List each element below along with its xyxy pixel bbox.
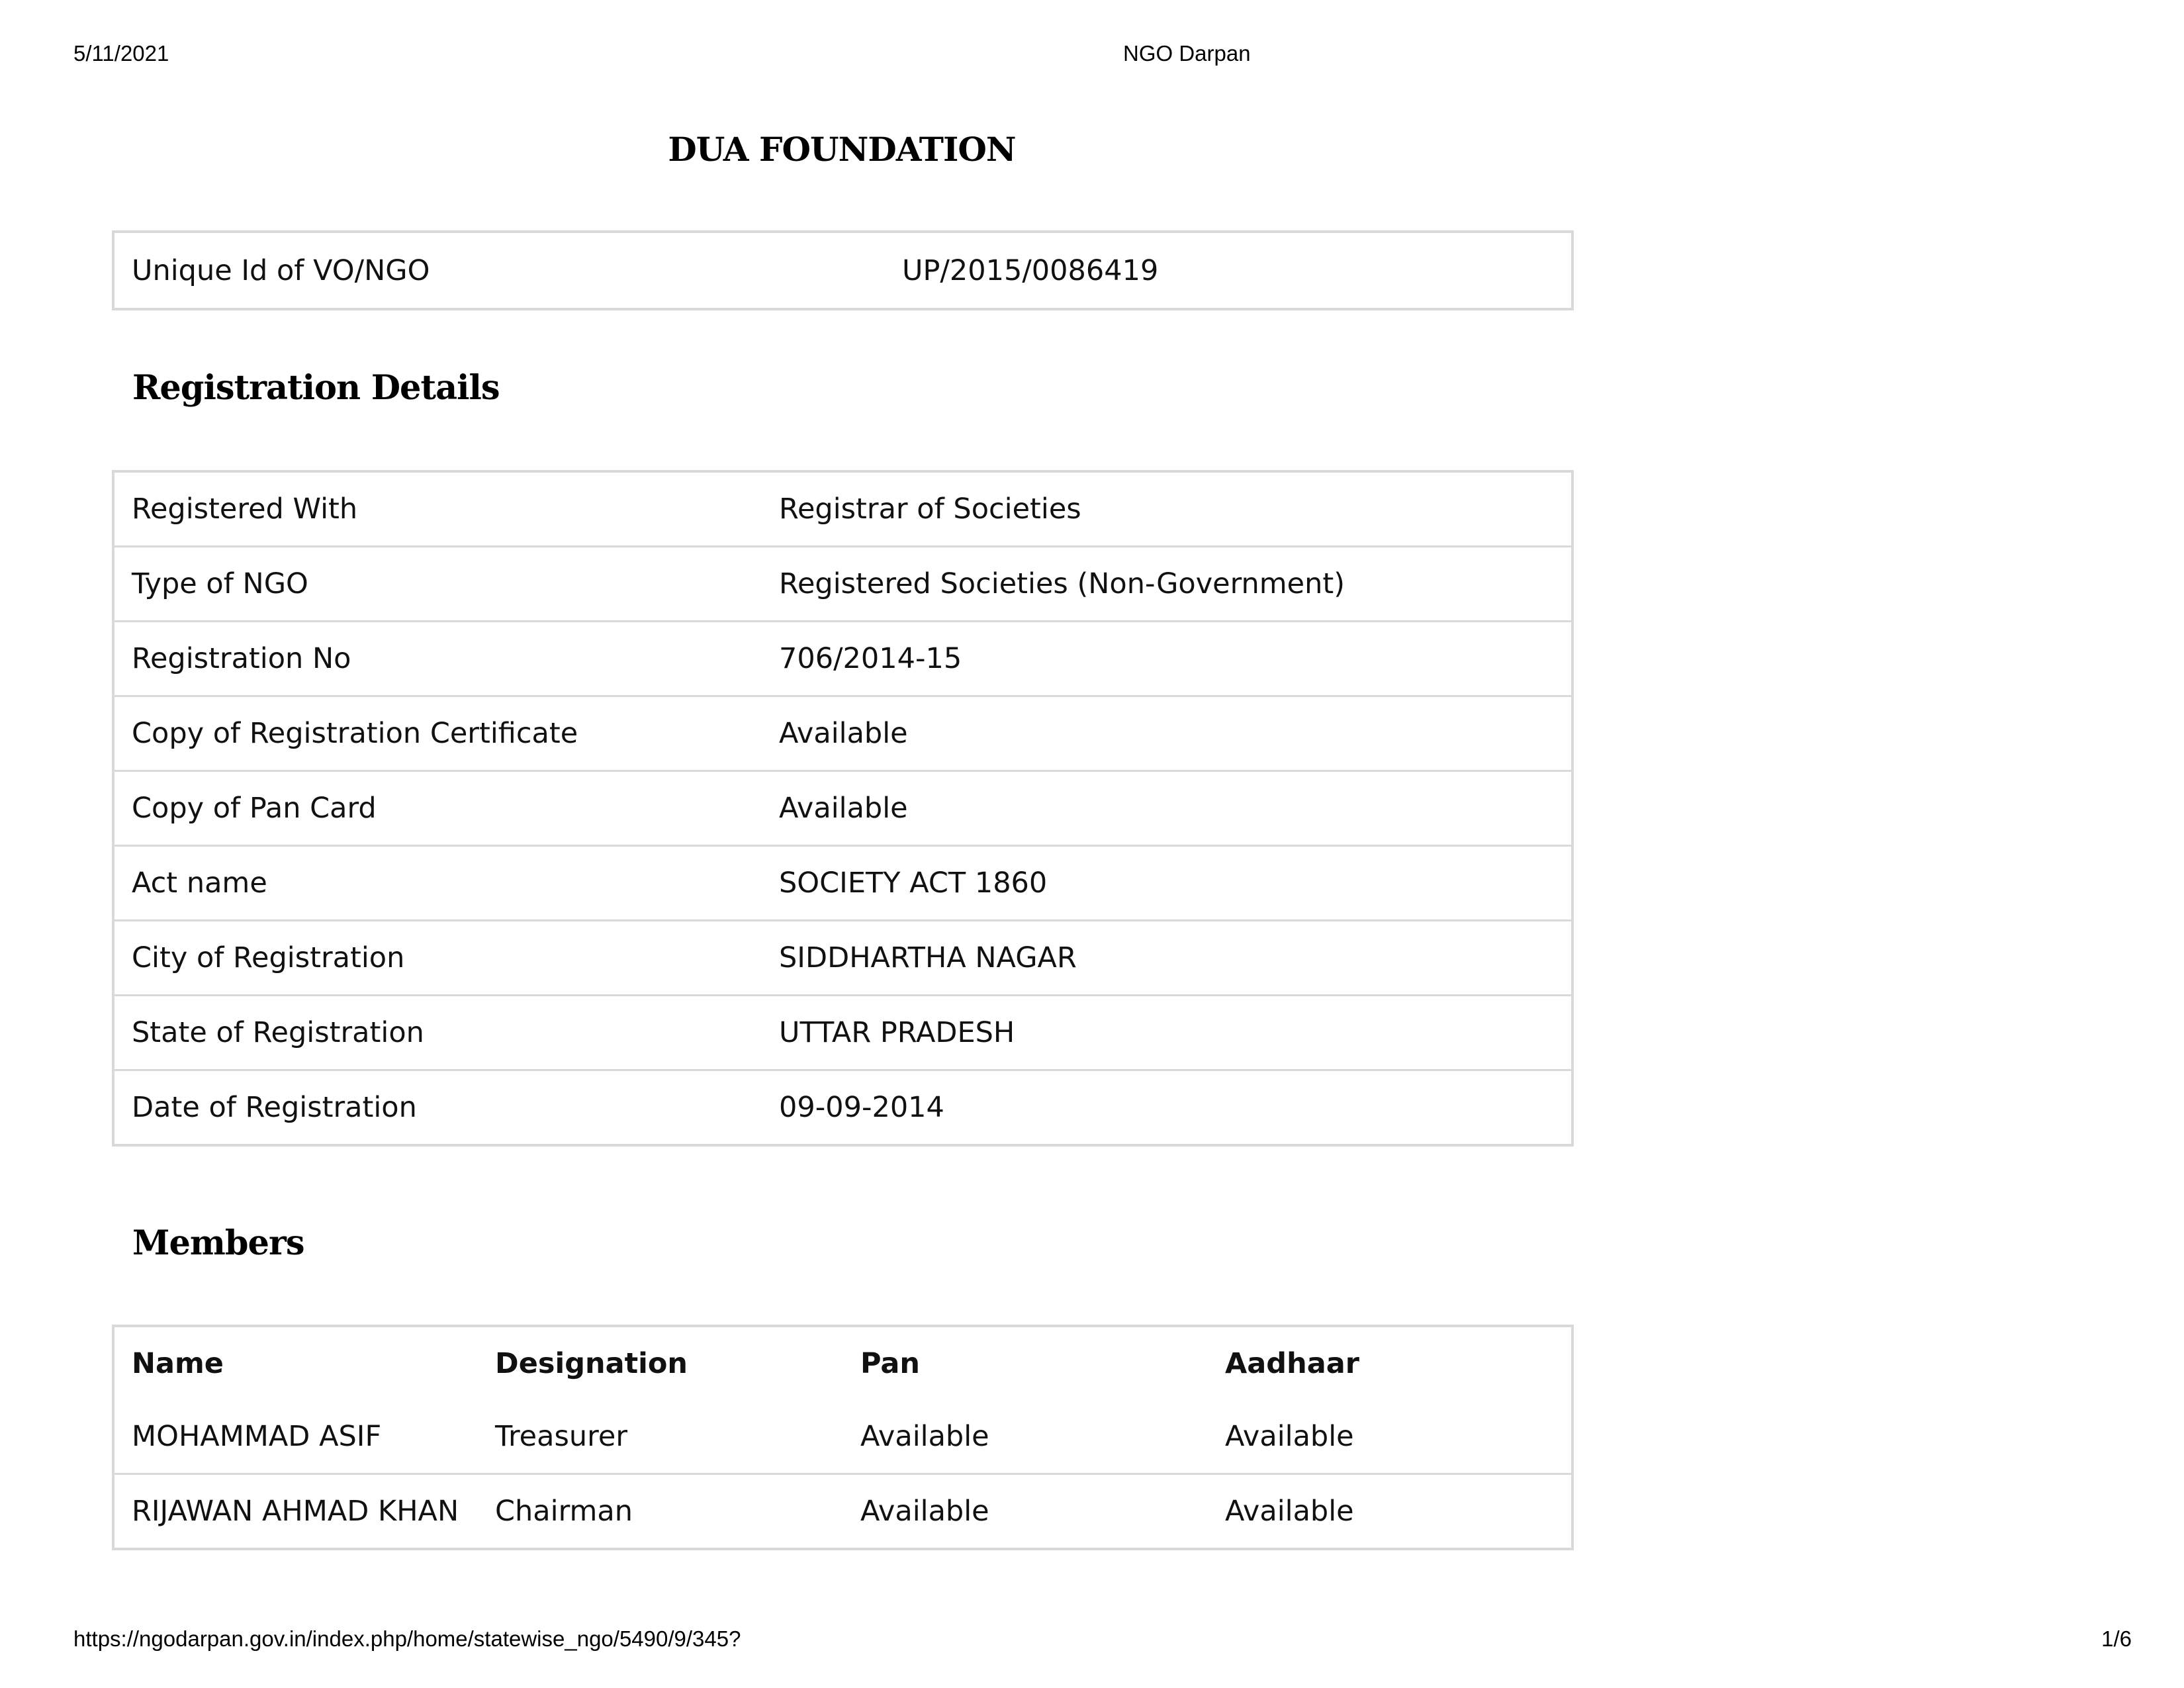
organization-name: DUA FOUNDATION: [668, 130, 1016, 169]
field-value: 706/2014-15: [762, 620, 1572, 696]
print-site-title: NGO Darpan: [1123, 41, 1251, 66]
member-name: MOHAMMAD ASIF: [132, 1420, 382, 1453]
table-row: Unique Id of VO/NGO UP/2015/0086419: [113, 232, 1572, 309]
table-row: State of Registration UTTAR PRADESH: [113, 994, 1572, 1070]
field-label: City of Registration: [113, 919, 762, 996]
table-row: Date of Registration 09-09-2014: [113, 1069, 1572, 1145]
table-row: Registered With Registrar of Societies: [113, 471, 1572, 547]
column-header-aadhaar: Aadhaar: [1225, 1347, 1359, 1380]
registration-details-heading: Registration Details: [132, 368, 500, 408]
table-row: Copy of Registration Certificate Availab…: [113, 695, 1572, 771]
field-value: SOCIETY ACT 1860: [762, 845, 1572, 921]
field-label: Registered With: [132, 492, 358, 526]
page-number: 1/6: [2101, 1626, 2132, 1651]
member-designation: Treasurer: [495, 1420, 628, 1453]
field-value: SIDDHARTHA NAGAR: [762, 919, 1572, 996]
field-value: Available: [762, 770, 1572, 846]
member-aadhaar: Available: [1208, 1473, 1572, 1549]
members-table: Name Designation Pan Aadhaar MOHAMMAD AS…: [112, 1325, 1574, 1550]
member-name: RIJAWAN AHMAD KHAN: [113, 1473, 478, 1549]
field-label: Copy of Registration Certificate: [113, 695, 762, 771]
table-row: MOHAMMAD ASIF Treasurer Available Availa…: [113, 1400, 1572, 1474]
print-date: 5/11/2021: [73, 41, 169, 66]
field-label: Type of NGO: [113, 545, 762, 622]
field-label: Copy of Pan Card: [113, 770, 762, 846]
table-row: Copy of Pan Card Available: [113, 770, 1572, 846]
column-header-designation: Designation: [495, 1347, 688, 1380]
field-label: Act name: [113, 845, 762, 921]
member-pan: Available: [860, 1420, 989, 1453]
registration-details-table: Registered With Registrar of Societies T…: [112, 470, 1574, 1147]
column-header-pan: Pan: [860, 1347, 920, 1380]
members-heading: Members: [132, 1223, 305, 1263]
table-row: Type of NGO Registered Societies (Non-Go…: [113, 545, 1572, 622]
member-aadhaar: Available: [1225, 1420, 1354, 1453]
field-label: Date of Registration: [113, 1069, 762, 1145]
column-header-name: Name: [132, 1347, 224, 1380]
field-value: UTTAR PRADESH: [762, 994, 1572, 1070]
table-row: Act name SOCIETY ACT 1860: [113, 845, 1572, 921]
field-value: 09-09-2014: [762, 1069, 1572, 1145]
table-row: City of Registration SIDDHARTHA NAGAR: [113, 919, 1572, 996]
table-header-row: Name Designation Pan Aadhaar: [113, 1326, 1572, 1400]
table-row: RIJAWAN AHMAD KHAN Chairman Available Av…: [113, 1473, 1572, 1549]
unique-id-label: Unique Id of VO/NGO: [132, 254, 430, 287]
member-pan: Available: [843, 1473, 1208, 1549]
field-label: State of Registration: [113, 994, 762, 1070]
field-label: Registration No: [113, 620, 762, 696]
field-value: Available: [762, 695, 1572, 771]
unique-id-table: Unique Id of VO/NGO UP/2015/0086419: [112, 230, 1574, 310]
field-value: Registrar of Societies: [779, 492, 1081, 526]
table-row: Registration No 706/2014-15: [113, 620, 1572, 696]
unique-id-value: UP/2015/0086419: [902, 254, 1159, 287]
field-value: Registered Societies (Non-Government): [762, 545, 1572, 622]
member-designation: Chairman: [478, 1473, 843, 1549]
print-url: https://ngodarpan.gov.in/index.php/home/…: [73, 1626, 741, 1651]
